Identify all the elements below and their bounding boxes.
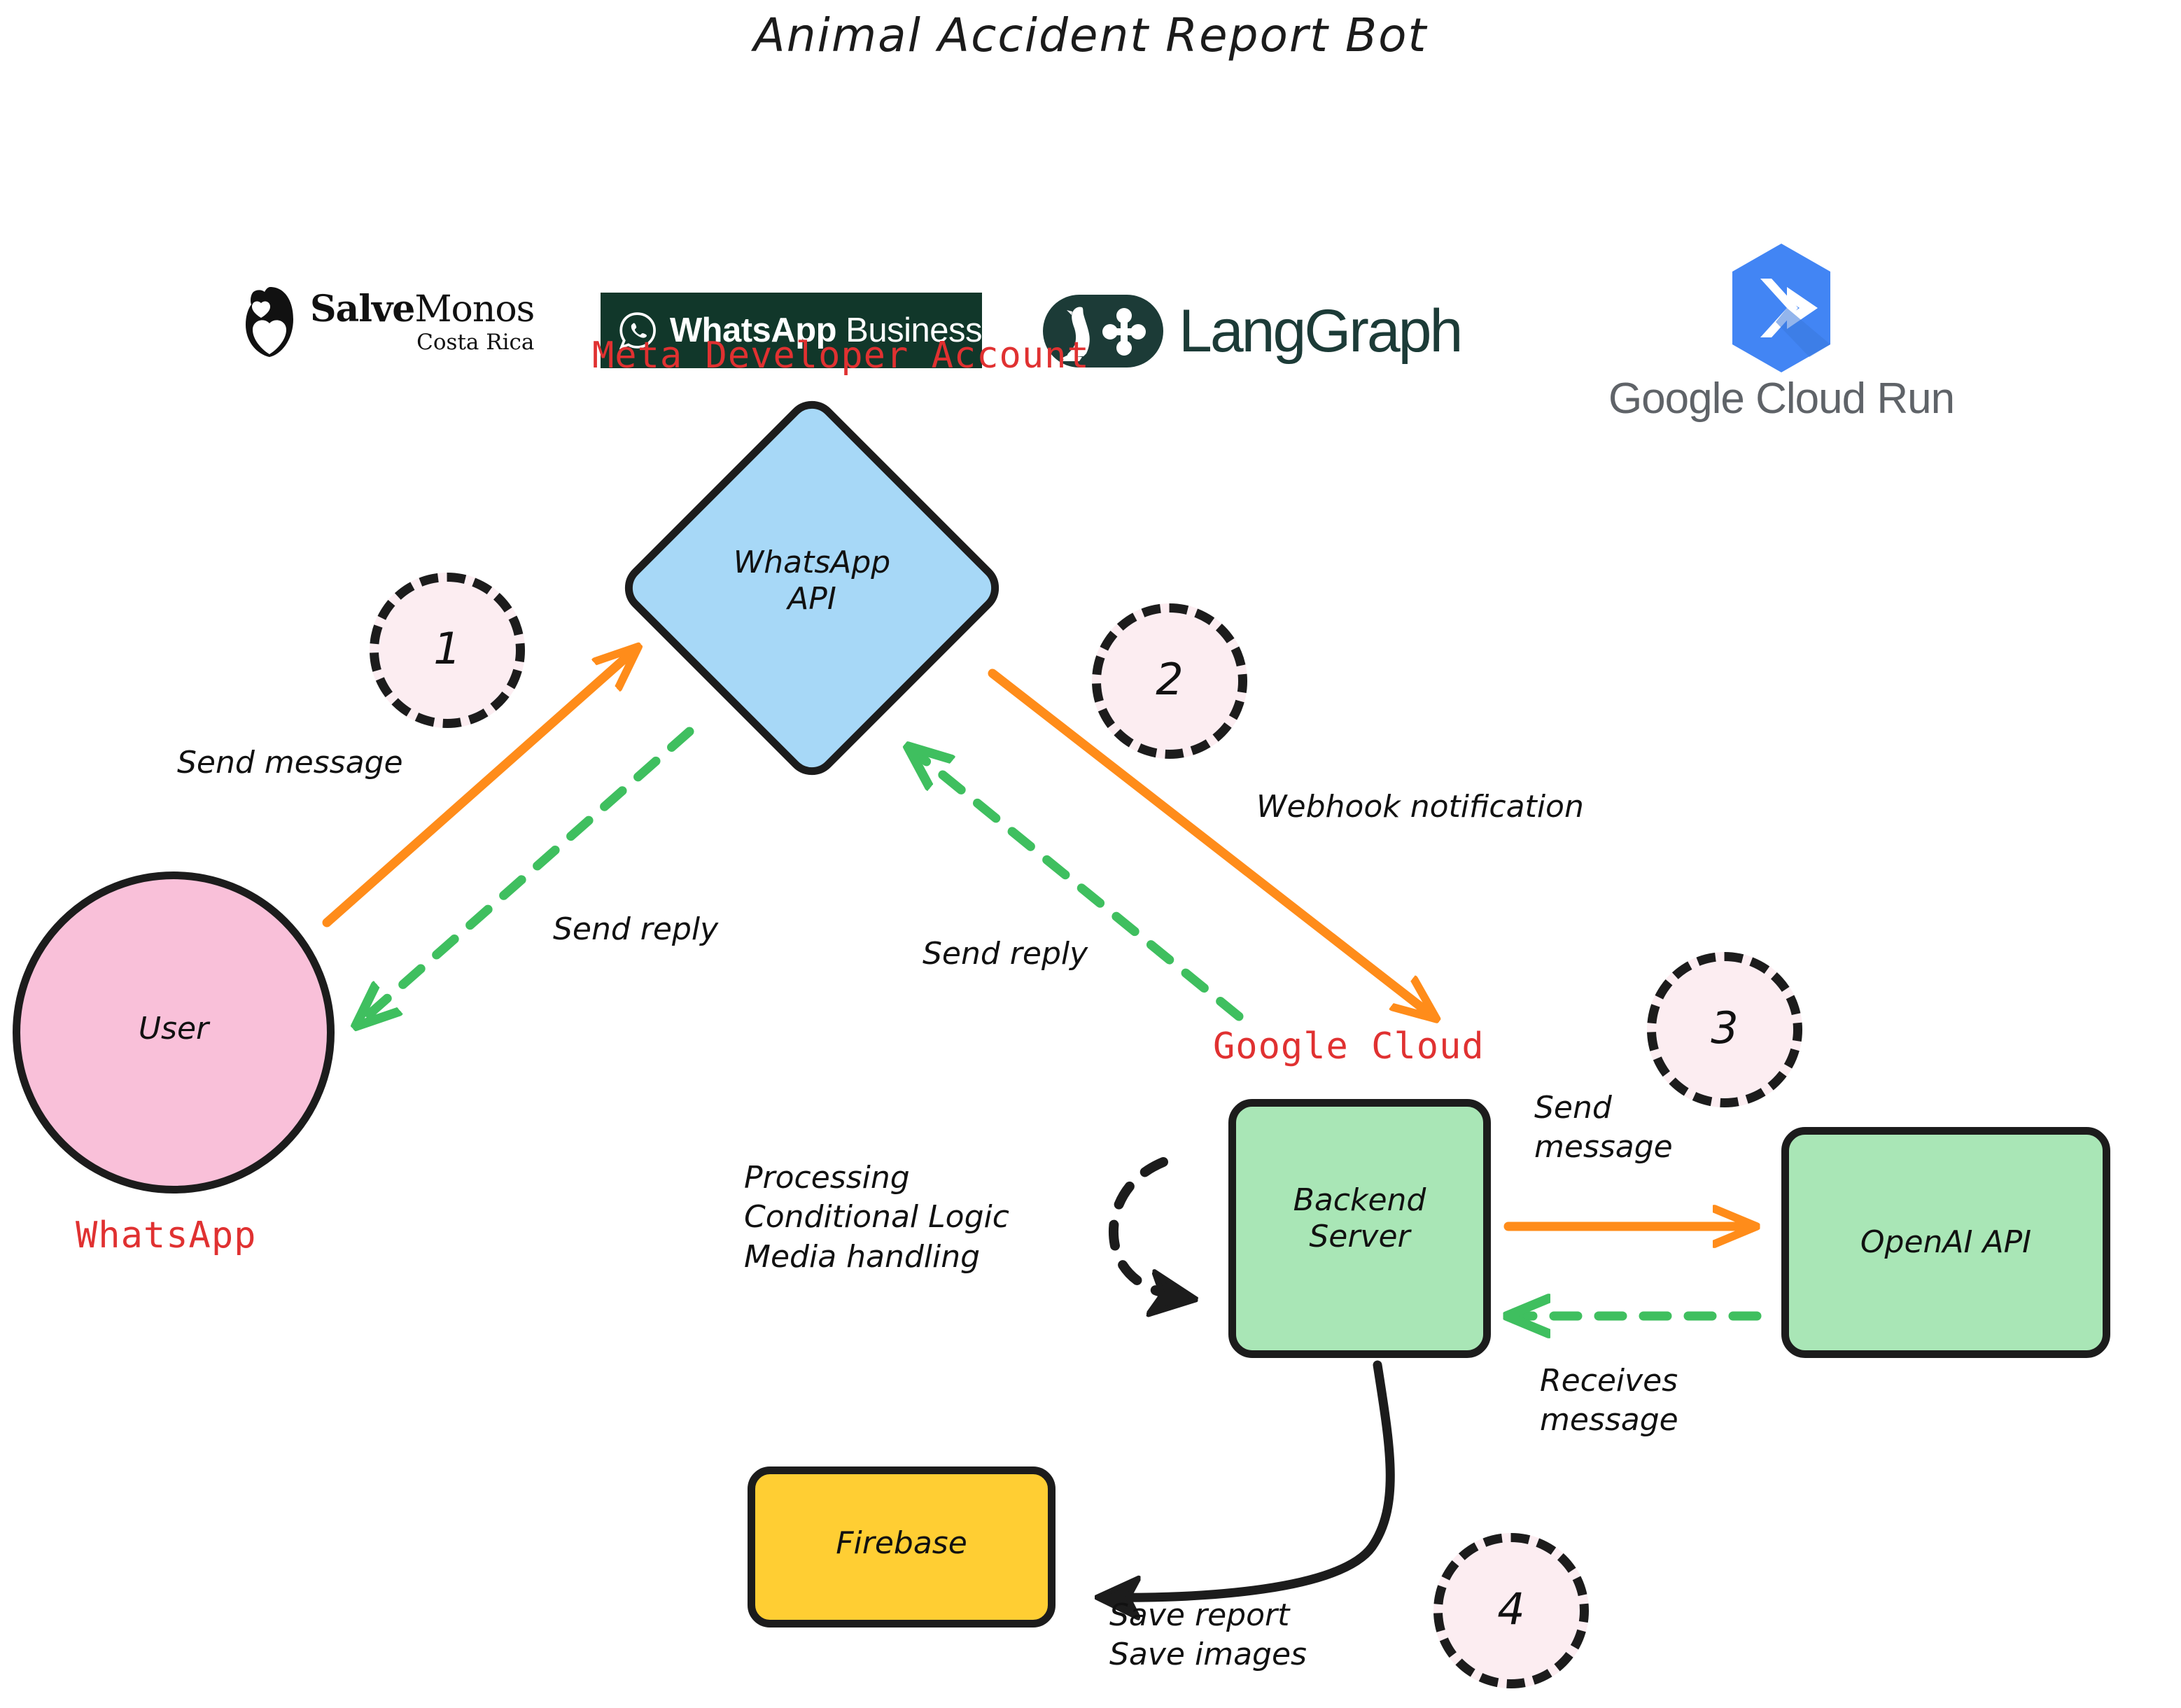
node-whatsapp-api[interactable]: WhatsApp API — [614, 390, 1010, 786]
node-backend-server-label: Backend Server — [1293, 1182, 1426, 1254]
node-firebase[interactable]: Firebase — [748, 1466, 1056, 1628]
diagram-canvas: Animal Accident Report Bot SalveMonos Co… — [0, 0, 2181, 1708]
edge-label-receives-message: Receives message — [1540, 1363, 1678, 1438]
edge-label-send-reply-user: Send reply — [553, 911, 719, 947]
step-badge-1: 1 — [370, 573, 525, 728]
node-backend-server[interactable]: Backend Server — [1228, 1099, 1491, 1358]
group-label-google-cloud: Google Cloud — [1213, 1026, 1485, 1068]
edge-processing-brace — [1108, 1157, 1190, 1298]
step-badge-4: 4 — [1433, 1533, 1589, 1688]
step-badge-3: 3 — [1647, 952, 1802, 1107]
node-user[interactable]: User — [13, 872, 335, 1194]
node-user-label: User — [138, 1011, 209, 1046]
edge-label-send-message-openai: Send message — [1534, 1090, 1673, 1166]
edge-label-webhook-notification: Webhook notification — [1256, 789, 1584, 825]
edge-label-send-message-user: Send message — [177, 745, 403, 780]
edge-label-save-report: Save report Save images — [1109, 1597, 1307, 1673]
group-label-meta: Meta Developer Account — [592, 335, 1090, 377]
node-firebase-label: Firebase — [836, 1525, 967, 1561]
connector-layer — [322, 0, 1762, 1708]
step-badge-2: 2 — [1092, 603, 1247, 759]
node-whatsapp-api-label: WhatsApp API — [733, 545, 891, 617]
node-openai-api[interactable]: OpenAI API — [1781, 1127, 2110, 1358]
edge-save-report — [1102, 1360, 1395, 1597]
edge-label-send-reply-backend: Send reply — [923, 936, 1088, 972]
group-label-whatsapp: WhatsApp — [76, 1214, 257, 1256]
node-openai-api-label: OpenAI API — [1860, 1224, 2032, 1260]
edge-label-processing: Processing Conditional Logic Media handl… — [744, 1160, 1009, 1275]
edge-send-reply-backend — [913, 750, 1244, 1021]
